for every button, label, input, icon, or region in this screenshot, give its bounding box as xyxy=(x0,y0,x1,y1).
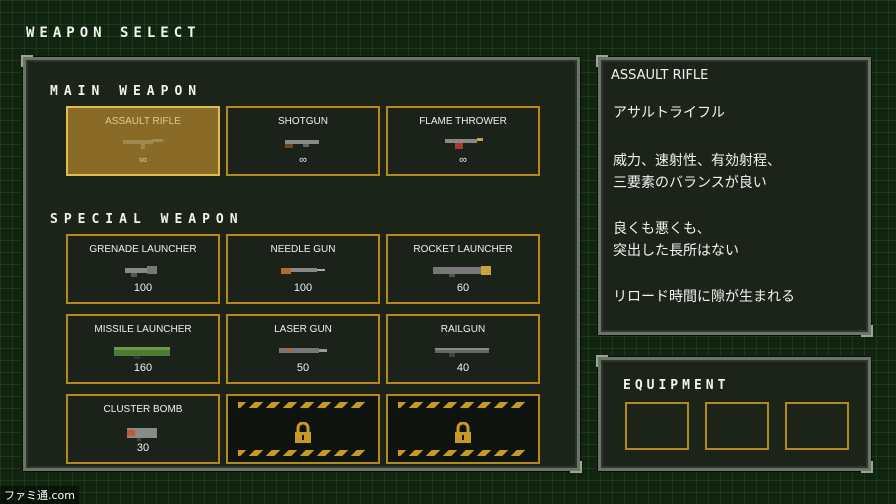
weapon-ammo: 100 xyxy=(293,282,313,294)
watermark-logo: ファミ通.com xyxy=(0,486,79,504)
hazard-stripe xyxy=(398,450,528,456)
equipment-slot-1[interactable] xyxy=(625,402,689,450)
weapon-ammo: 30 xyxy=(136,442,150,454)
info-weapon-title: ASSAULT RIFLE xyxy=(611,68,709,83)
weapon-slot-flame-thrower[interactable]: FLAME THROWER ∞ xyxy=(386,106,540,176)
weapon-ammo: 160 xyxy=(133,362,153,374)
weapon-name: RAILGUN xyxy=(440,324,486,335)
weapon-ammo: 50 xyxy=(296,362,310,374)
weapon-ammo: 100 xyxy=(133,282,153,294)
weapon-name: ROCKET LAUNCHER xyxy=(413,244,513,255)
lock-icon xyxy=(295,422,311,443)
weapon-slot-needle-gun[interactable]: NEEDLE GUN 100 xyxy=(226,234,380,304)
info-desc-line: 威力、速射性、有効射程、 xyxy=(613,153,781,169)
cluster-bomb-icon xyxy=(127,428,157,441)
missile-launcher-icon xyxy=(114,347,170,359)
hazard-stripe xyxy=(238,450,368,456)
weapon-ammo: ∞ xyxy=(299,154,307,166)
equipment-slot-2[interactable] xyxy=(705,402,769,450)
hazard-stripe xyxy=(238,402,368,408)
weapon-panel: MAIN WEAPON ASSAULT RIFLE ∞ SHOTGUN ∞ FL… xyxy=(21,55,582,473)
equipment-slot-3[interactable] xyxy=(785,402,849,450)
weapon-slot-missile-launcher[interactable]: MISSILE LAUNCHER 160 xyxy=(66,314,220,384)
equipment-label: EQUIPMENT xyxy=(623,378,730,393)
info-desc-line: リロード時間に隙が生まれる xyxy=(613,289,795,305)
weapon-name: GRENADE LAUNCHER xyxy=(89,244,197,255)
weapon-slot-cluster-bomb[interactable]: CLUSTER BOMB 30 xyxy=(66,394,220,464)
weapon-ammo: 40 xyxy=(456,362,470,374)
weapon-slot-railgun[interactable]: RAILGUN 40 xyxy=(386,314,540,384)
rocket-launcher-icon xyxy=(433,266,491,277)
needle-gun-icon xyxy=(281,268,325,274)
weapon-name: FLAME THROWER xyxy=(419,116,507,127)
flame-thrower-icon xyxy=(445,138,483,149)
weapon-name: SHOTGUN xyxy=(278,116,328,127)
screen-title: WEAPON SELECT xyxy=(26,25,201,41)
weapon-slot-grenade-launcher[interactable]: GRENADE LAUNCHER 100 xyxy=(66,234,220,304)
weapon-slot-assault-rifle[interactable]: ASSAULT RIFLE ∞ xyxy=(66,106,220,176)
info-desc-line: 突出した長所はない xyxy=(613,243,739,259)
special-weapon-label: SPECIAL WEAPON xyxy=(50,212,244,227)
info-desc-line: 良くも悪くも、 xyxy=(613,221,711,237)
weapon-name: NEEDLE GUN xyxy=(270,244,336,255)
weapon-name: ASSAULT RIFLE xyxy=(105,116,181,127)
locked-slot[interactable] xyxy=(386,394,540,464)
equipment-panel: EQUIPMENT xyxy=(596,355,873,473)
main-weapon-label: MAIN WEAPON xyxy=(50,84,203,99)
weapon-ammo: 60 xyxy=(456,282,470,294)
hazard-stripe xyxy=(398,402,528,408)
weapon-slot-laser-gun[interactable]: LASER GUN 50 xyxy=(226,314,380,384)
weapon-ammo: ∞ xyxy=(459,154,467,166)
info-desc-line: 三要素のバランスが良い xyxy=(613,175,767,191)
info-weapon-jp-name: アサルトライフル xyxy=(613,105,725,121)
shotgun-icon xyxy=(285,140,319,148)
weapon-name: LASER GUN xyxy=(274,324,332,335)
grenade-launcher-icon xyxy=(125,266,157,277)
weapon-slot-rocket-launcher[interactable]: ROCKET LAUNCHER 60 xyxy=(386,234,540,304)
weapon-slot-shotgun[interactable]: SHOTGUN ∞ xyxy=(226,106,380,176)
laser-gun-icon xyxy=(279,348,327,353)
weapon-name: MISSILE LAUNCHER xyxy=(94,324,192,335)
weapon-info-panel: ASSAULT RIFLE アサルトライフル 威力、速射性、有効射程、 三要素の… xyxy=(596,55,873,337)
lock-icon xyxy=(455,422,471,443)
locked-slot[interactable] xyxy=(226,394,380,464)
weapon-ammo: ∞ xyxy=(139,154,147,166)
weapon-name: CLUSTER BOMB xyxy=(103,404,183,415)
railgun-icon xyxy=(435,348,489,357)
assault-rifle-icon xyxy=(123,139,163,149)
